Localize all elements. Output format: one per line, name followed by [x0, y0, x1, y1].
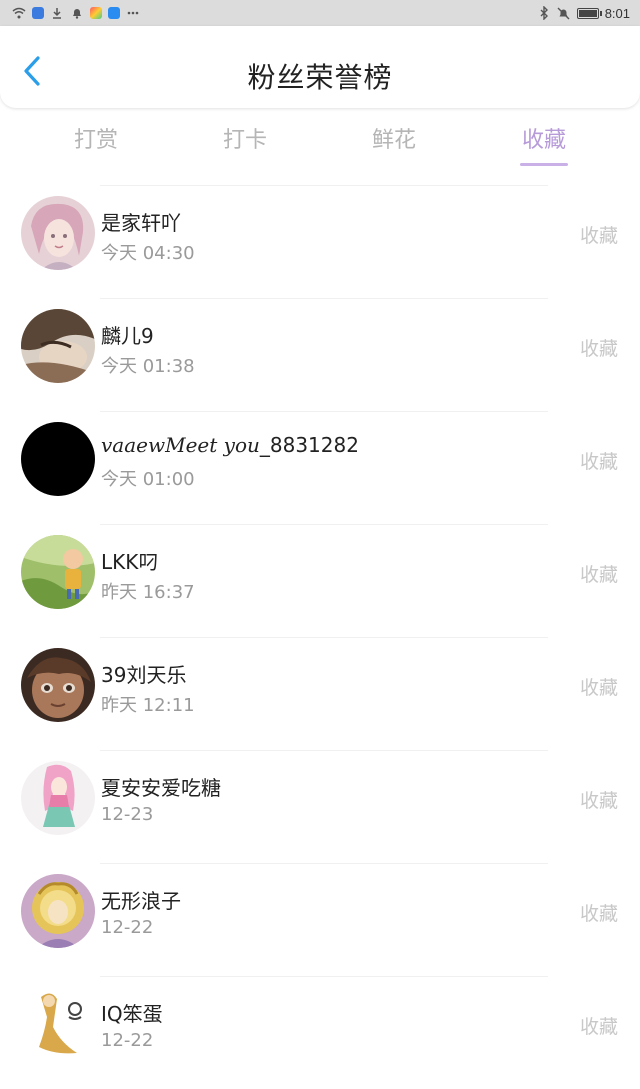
fan-name: 无形浪子: [101, 889, 181, 913]
list-item[interactable]: 无形浪子 12-22 收藏: [0, 863, 640, 976]
cloud-app-icon: [108, 7, 120, 19]
tab-label: 收藏: [521, 128, 566, 153]
favorite-button[interactable]: 收藏: [580, 447, 618, 474]
fan-time: 昨天 16:37: [101, 582, 195, 603]
fan-name: 麟儿9: [101, 324, 154, 348]
favorite-button[interactable]: 收藏: [580, 560, 618, 587]
mute-bell-icon: [557, 6, 571, 20]
list-item[interactable]: vaaewMeet you_8831282 今天 01:00 收藏: [0, 411, 640, 524]
fan-time: 今天 01:38: [101, 356, 195, 377]
avatar[interactable]: [21, 761, 95, 835]
status-icons-left: [12, 6, 140, 20]
tab-checkin[interactable]: 打卡: [195, 122, 295, 166]
status-bar: 8:01: [0, 0, 640, 26]
avatar[interactable]: [21, 309, 95, 383]
fan-name: 夏安安爱吃糖: [101, 776, 221, 800]
divider: [100, 750, 548, 751]
list-item[interactable]: 夏安安爱吃糖 12-23 收藏: [0, 750, 640, 863]
wifi-icon: [12, 6, 26, 20]
tab-label: 打赏: [73, 128, 118, 153]
favorite-button[interactable]: 收藏: [580, 221, 618, 248]
bell-icon: [70, 6, 84, 20]
gallery-app-icon: [90, 7, 102, 19]
active-tab-indicator: [520, 163, 568, 166]
list-item[interactable]: 是家轩吖 今天 04:30 收藏: [0, 185, 640, 298]
avatar[interactable]: [21, 648, 95, 722]
tab-reward[interactable]: 打赏: [46, 122, 146, 166]
fan-time: 12-23: [101, 804, 154, 825]
top-nav-bar: 粉丝荣誉榜: [0, 26, 640, 108]
battery-icon: [576, 7, 602, 19]
tab-label: 鲜花: [371, 128, 416, 153]
status-icons-right: 8:01: [537, 6, 630, 21]
app-notification-icon: [32, 7, 44, 19]
avatar[interactable]: [21, 874, 95, 948]
list-item[interactable]: 麟儿9 今天 01:38 收藏: [0, 298, 640, 411]
divider: [100, 298, 548, 299]
more-dots-icon: [126, 6, 140, 20]
divider: [100, 411, 548, 412]
list-item[interactable]: 39刘天乐 昨天 12:11 收藏: [0, 637, 640, 750]
tab-label: 打卡: [222, 128, 267, 153]
fan-name: 是家轩吖: [101, 211, 181, 235]
bluetooth-icon: [537, 6, 551, 20]
avatar[interactable]: [21, 196, 95, 270]
avatar[interactable]: [21, 535, 95, 609]
favorite-button[interactable]: 收藏: [580, 673, 618, 700]
fan-time: 12-22: [101, 917, 154, 938]
page-title: 粉丝荣誉榜: [247, 61, 393, 94]
fan-time: 今天 01:00: [101, 469, 195, 490]
status-time: 8:01: [604, 5, 630, 21]
fan-time: 昨天 12:11: [101, 695, 195, 716]
download-icon: [50, 6, 64, 20]
tab-bar: 打赏 打卡 鲜花 收藏: [0, 118, 640, 170]
fan-time: 12-22: [101, 1030, 154, 1051]
fan-name: LKK叼: [101, 550, 159, 574]
list-item[interactable]: IQ笨蛋 12-22 收藏: [0, 976, 640, 1089]
tab-flowers[interactable]: 鲜花: [344, 122, 444, 166]
favorite-button[interactable]: 收藏: [580, 334, 618, 361]
fan-name: IQ笨蛋: [101, 1002, 163, 1026]
fan-name-suffix: _8831282: [259, 433, 359, 457]
fan-time: 今天 04:30: [101, 243, 195, 264]
list-item[interactable]: LKK叼 昨天 16:37 收藏: [0, 524, 640, 637]
tab-favorites[interactable]: 收藏: [494, 122, 594, 166]
favorite-button[interactable]: 收藏: [580, 1012, 618, 1039]
divider: [100, 637, 548, 638]
avatar[interactable]: [21, 987, 95, 1061]
favorite-button[interactable]: 收藏: [580, 899, 618, 926]
fan-name-script: vaaewMeet you: [101, 433, 260, 457]
divider: [100, 863, 548, 864]
avatar[interactable]: [21, 422, 95, 496]
divider: [100, 185, 548, 186]
fan-list: 是家轩吖 今天 04:30 收藏 麟儿9 今天 01:38 收藏 vaaewMe…: [0, 185, 640, 1089]
favorite-button[interactable]: 收藏: [580, 786, 618, 813]
fan-name: 39刘天乐: [101, 663, 187, 687]
fan-name: vaaewMeet you_8831282: [101, 433, 359, 457]
divider: [100, 976, 548, 977]
divider: [100, 524, 548, 525]
